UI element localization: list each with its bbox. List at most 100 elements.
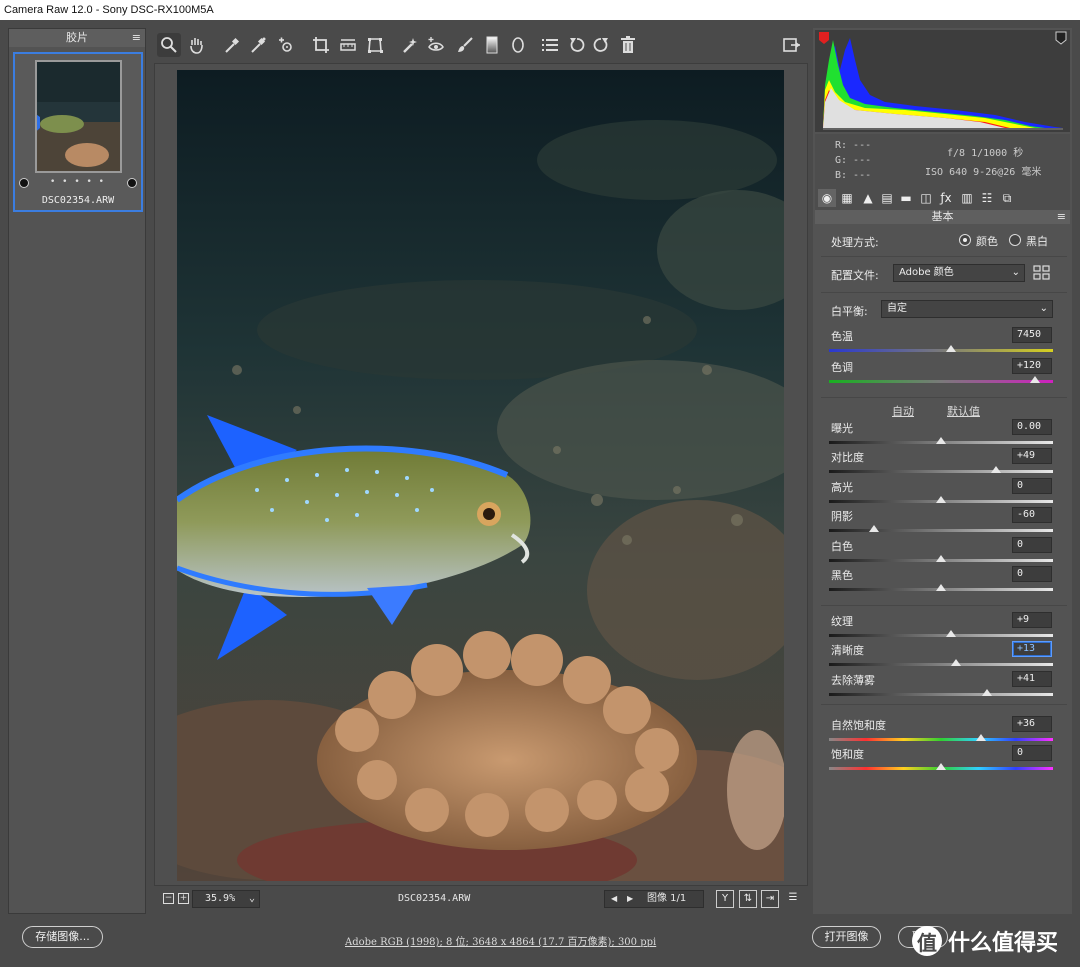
- menu-icon[interactable]: ≡: [1057, 210, 1066, 224]
- slider-value-field[interactable]: +49: [1012, 448, 1052, 464]
- slider-value-field[interactable]: -60: [1012, 507, 1052, 523]
- image-navigator: ◀ ▶ 图像 1/1: [604, 890, 704, 908]
- save-image-button[interactable]: 存储图像...: [22, 926, 103, 948]
- profile-value: Adobe 颜色: [899, 267, 954, 278]
- fullscreen-icon[interactable]: [780, 33, 804, 57]
- zoom-icon[interactable]: [157, 33, 181, 57]
- chevron-down-icon: ⌄: [1011, 267, 1020, 278]
- radial-filter-icon[interactable]: [506, 33, 530, 57]
- tab-presets[interactable]: ☷: [978, 189, 996, 207]
- treatment-color-label: 颜色: [976, 235, 998, 248]
- white-balance-icon[interactable]: [220, 33, 244, 57]
- menu-icon[interactable]: ≡: [132, 29, 141, 47]
- treatment-bw-radio[interactable]: [1009, 234, 1021, 246]
- slider-thumb[interactable]: [946, 345, 957, 352]
- tab-snapshots[interactable]: ⧉: [998, 189, 1016, 207]
- slider-thumb[interactable]: [936, 496, 946, 503]
- slider-value-field[interactable]: +120: [1012, 358, 1052, 374]
- open-image-button[interactable]: 打开图像: [812, 926, 881, 948]
- slider-track[interactable]: [829, 349, 1053, 352]
- filmstrip-thumbnail[interactable]: • • • • • DSC02354.ARW: [13, 52, 143, 212]
- targeted-adjust-icon[interactable]: [274, 33, 298, 57]
- previous-image-button[interactable]: ◀: [611, 891, 617, 907]
- profile-label: 配置文件:: [831, 269, 879, 282]
- white-balance-select[interactable]: 自定 ⌄: [881, 300, 1053, 318]
- slider-value-field[interactable]: +13: [1012, 641, 1052, 657]
- slider-value-field[interactable]: 0.00: [1012, 419, 1052, 435]
- view-bar: − + 35.9% ⌄ DSC02354.ARW ◀ ▶ 图像 1/1 Y ⇅ …: [154, 887, 808, 911]
- tab-calibration[interactable]: ▥: [958, 189, 976, 207]
- slider-track[interactable]: [829, 738, 1053, 741]
- trash-icon[interactable]: [616, 33, 640, 57]
- slider-thumb[interactable]: [936, 584, 946, 591]
- slider-track[interactable]: [829, 470, 1053, 473]
- tab-split-toning[interactable]: ▬: [897, 189, 915, 207]
- next-image-button[interactable]: ▶: [627, 891, 633, 907]
- slider-track[interactable]: [829, 529, 1053, 532]
- copy-settings-icon[interactable]: ⇥: [761, 890, 779, 908]
- toolbar: [154, 31, 808, 61]
- slider-track[interactable]: [829, 380, 1053, 383]
- auto-link[interactable]: 自动: [892, 403, 914, 419]
- rotate-ccw-icon[interactable]: [565, 33, 589, 57]
- preferences-icon[interactable]: [538, 33, 562, 57]
- tab-tone-curve[interactable]: ▦: [838, 189, 856, 207]
- transform-icon[interactable]: [363, 33, 387, 57]
- slider-thumb[interactable]: [950, 659, 961, 666]
- crop-icon[interactable]: [309, 33, 333, 57]
- slider-label: 清晰度: [831, 644, 864, 657]
- slider-thumb[interactable]: [936, 555, 946, 562]
- zoom-in-button[interactable]: +: [178, 893, 189, 904]
- zoom-out-button[interactable]: −: [163, 893, 174, 904]
- treatment-label: 处理方式:: [831, 236, 879, 249]
- view-settings-icon[interactable]: ☰: [784, 890, 802, 908]
- image-canvas[interactable]: [154, 63, 808, 886]
- hand-icon[interactable]: [184, 33, 208, 57]
- red-eye-icon[interactable]: [424, 33, 448, 57]
- slider-label: 白色: [831, 540, 853, 553]
- straighten-icon[interactable]: [336, 33, 360, 57]
- profile-select[interactable]: Adobe 颜色 ⌄: [893, 264, 1025, 282]
- default-link[interactable]: 默认值: [947, 403, 980, 419]
- tab-hsl[interactable]: ▤: [878, 189, 896, 207]
- white-balance-value: 自定: [887, 303, 907, 314]
- rating-dots[interactable]: • • • • •: [15, 177, 141, 187]
- tab-basic[interactable]: ◉: [818, 189, 836, 207]
- zoom-select[interactable]: 35.9% ⌄: [192, 890, 260, 908]
- profile-browser-icon[interactable]: [1033, 265, 1051, 281]
- tab-effects[interactable]: ƒx: [937, 189, 955, 207]
- slider-value-field[interactable]: 0: [1012, 537, 1052, 553]
- tab-detail[interactable]: ▲: [859, 189, 877, 207]
- tab-lens[interactable]: ◫: [917, 189, 935, 207]
- slider-track[interactable]: [829, 634, 1053, 637]
- slider-value-field[interactable]: 7450: [1012, 327, 1052, 343]
- spot-removal-icon[interactable]: [398, 33, 422, 57]
- slider-thumb[interactable]: [868, 525, 879, 532]
- slider-label: 曝光: [831, 422, 853, 435]
- slider-value-field[interactable]: +41: [1012, 671, 1052, 687]
- color-sampler-icon[interactable]: [246, 33, 270, 57]
- rotate-cw-icon[interactable]: [589, 33, 613, 57]
- adjustment-brush-icon[interactable]: [453, 33, 477, 57]
- slider-track[interactable]: [829, 693, 1053, 696]
- slider-track[interactable]: [829, 663, 1053, 666]
- slider-value-field[interactable]: 0: [1012, 566, 1052, 582]
- slider-value-field[interactable]: 0: [1012, 478, 1052, 494]
- slider-thumb[interactable]: [990, 466, 1001, 473]
- slider-thumb[interactable]: [936, 437, 946, 444]
- swap-settings-icon[interactable]: ⇅: [739, 890, 757, 908]
- treatment-color-radio[interactable]: [959, 234, 971, 246]
- slider-thumb[interactable]: [936, 763, 946, 770]
- slider-thumb[interactable]: [976, 734, 987, 741]
- slider-thumb[interactable]: [981, 689, 992, 696]
- slider-value-field[interactable]: 0: [1012, 745, 1052, 761]
- workflow-options-link[interactable]: Adobe RGB (1998); 8 位; 3648 x 4864 (17.7…: [345, 933, 656, 948]
- slider-thumb[interactable]: [946, 630, 957, 637]
- graduated-filter-icon[interactable]: [480, 33, 504, 57]
- watermark: 值 什么值得买: [912, 924, 1058, 958]
- thumbnail-image: [35, 60, 122, 173]
- slider-thumb[interactable]: [1030, 376, 1041, 383]
- before-after-button[interactable]: Y: [716, 890, 734, 908]
- slider-value-field[interactable]: +9: [1012, 612, 1052, 628]
- slider-value-field[interactable]: +36: [1012, 716, 1052, 732]
